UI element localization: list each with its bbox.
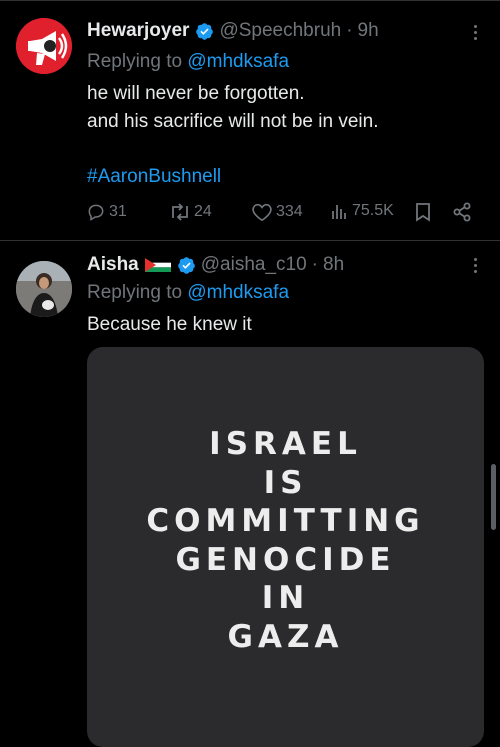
replying-to: Replying to @mhdksafa [87, 50, 289, 74]
tweet-text-line: he will never be forgotten. [87, 83, 305, 104]
timestamp[interactable]: 8h [323, 253, 344, 277]
tweet-text-line: Because he knew it [87, 314, 252, 335]
replying-prefix: Replying to [87, 282, 183, 303]
repost-icon [172, 203, 188, 221]
mention-link[interactable]: @mhdksafa [187, 51, 289, 72]
image-text-line: GENOCIDE [175, 541, 396, 578]
reply-icon [88, 204, 104, 221]
avatar[interactable] [16, 18, 72, 74]
share-button[interactable] [452, 202, 472, 222]
tweet-actions: 31 24 334 75.5K [86, 202, 476, 228]
tweet-header: Aisha @aisha_c10 · 8h [87, 253, 344, 277]
timestamp[interactable]: 9h [358, 19, 379, 43]
image-text-line: IN [261, 580, 310, 616]
image-text-line: IS [263, 464, 308, 501]
profile-photo-icon [16, 261, 72, 317]
repost-button[interactable]: 24 [168, 202, 212, 222]
like-button[interactable]: 334 [251, 202, 303, 222]
separator-dot: · [346, 20, 353, 41]
bookmark-button[interactable] [414, 202, 432, 222]
reply-button[interactable]: 31 [86, 202, 127, 222]
user-handle[interactable]: @aisha_c10 [201, 253, 307, 277]
megaphone-icon [16, 18, 72, 74]
palestine-flag-icon [144, 258, 171, 272]
analytics-icon [332, 205, 346, 219]
heart-icon [252, 203, 272, 222]
tweet-text-line: and his sacrifice will not be in vein. [87, 111, 379, 132]
like-count: 334 [276, 203, 303, 220]
replying-prefix: Replying to [87, 51, 183, 72]
more-options-icon[interactable] [472, 258, 478, 276]
mention-link[interactable]: @mhdksafa [187, 282, 289, 303]
scrollbar[interactable] [491, 464, 496, 530]
views-count: 75.5K [352, 202, 394, 219]
verified-badge-icon [196, 22, 214, 40]
image-text-line: ISRAEL [209, 426, 362, 462]
tweet-header: Hewarjoyer @Speechbruh · 9h [87, 19, 379, 43]
image-text-line: GAZA [227, 618, 344, 655]
tweet-text: Because he knew it [87, 311, 252, 339]
reply-count: 31 [109, 203, 127, 220]
image-text-line: COMMITTING [146, 503, 425, 539]
reply-tweet[interactable]: Hewarjoyer @Speechbruh · 9h Replying to … [0, 0, 500, 241]
reply-tweet[interactable]: Aisha @aisha_c10 · 8h Replying to @mhdks… [0, 241, 500, 747]
display-name[interactable]: Hewarjoyer [87, 19, 189, 43]
views-button[interactable]: 75.5K [331, 202, 394, 220]
verified-badge-icon [177, 256, 195, 274]
separator-dot: · [311, 254, 318, 275]
avatar[interactable] [16, 261, 72, 317]
display-name[interactable]: Aisha [87, 253, 139, 277]
user-handle[interactable]: @Speechbruh [219, 19, 341, 43]
bookmark-icon [416, 203, 430, 222]
share-icon [453, 202, 471, 222]
replying-to: Replying to @mhdksafa [87, 281, 289, 305]
hashtag-link[interactable]: #AaronBushnell [87, 165, 221, 189]
more-options-icon[interactable] [472, 25, 478, 43]
tweet-text: he will never be forgotten. and his sacr… [87, 80, 378, 136]
attached-image[interactable]: ISRAEL IS COMMITTING GENOCIDE IN GAZA [87, 347, 484, 747]
repost-count: 24 [194, 203, 212, 220]
